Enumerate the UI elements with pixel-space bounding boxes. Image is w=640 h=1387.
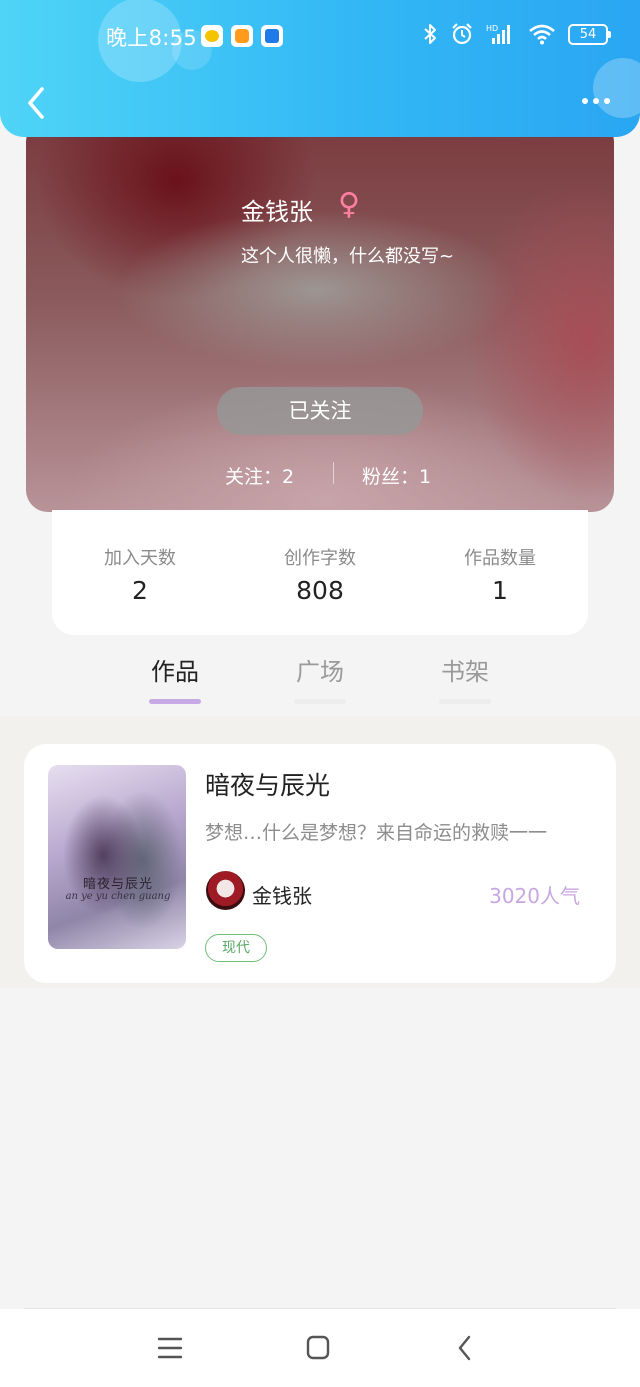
book-title[interactable]: 暗夜与辰光 (205, 766, 330, 802)
chat-app-icon (201, 25, 223, 47)
works-list: 暗夜与辰光 an ye yu chen guang 暗夜与辰光 梦想…什么是梦想… (0, 716, 640, 988)
cover-subtitle: an ye yu chen guang (65, 891, 171, 902)
book-card[interactable]: 暗夜与辰光 an ye yu chen guang 暗夜与辰光 梦想…什么是梦想… (24, 744, 616, 983)
female-gender-icon: ♀ (338, 187, 360, 222)
more-options-button[interactable] (582, 98, 610, 104)
following-count[interactable]: 关注：2 (225, 462, 294, 489)
alarm-icon (452, 23, 472, 45)
tab-bookshelf[interactable]: 书架 (415, 652, 515, 704)
svg-text:HD: HD (486, 24, 498, 33)
top-header: 晚上8:55 HD 54 (0, 0, 640, 137)
back-icon[interactable] (445, 1333, 485, 1363)
tab-label: 广场 (296, 658, 344, 686)
cover-title: 暗夜与辰光 (82, 877, 153, 892)
tab-works[interactable]: 作品 (125, 652, 225, 704)
profile-card: 金钱张 ♀ 这个人很懒，什么都没写~ 已关注 关注：2 粉丝：1 (26, 120, 614, 512)
tab-indicator (149, 699, 201, 704)
follow-button[interactable]: 已关注 (217, 387, 423, 435)
tab-indicator (294, 699, 346, 704)
follow-stats: 关注：2 粉丝：1 (26, 460, 614, 490)
fans-count[interactable]: 粉丝：1 (362, 462, 431, 489)
stat-word-count: 创作字数 808 (250, 544, 390, 605)
profile-name: 金钱张 (241, 198, 313, 226)
decorative-bubble (593, 58, 640, 118)
battery-icon: 54 (568, 23, 611, 45)
stat-value: 808 (296, 576, 344, 605)
author-name[interactable]: 金钱张 (252, 880, 312, 909)
book-cover-image[interactable]: 暗夜与辰光 an ye yu chen guang (48, 765, 186, 949)
content-tabs: 作品 广场 书架 (0, 648, 640, 714)
divider (333, 462, 334, 484)
home-icon[interactable] (298, 1333, 338, 1363)
stats-card: 加入天数 2 创作字数 808 作品数量 1 (52, 510, 588, 635)
stat-value: 1 (492, 576, 508, 605)
menu-icon[interactable] (150, 1333, 190, 1363)
stat-label: 作品数量 (464, 548, 536, 569)
system-nav-bar (0, 1309, 640, 1387)
genre-tag[interactable]: 现代 (205, 934, 267, 962)
more-dot (593, 98, 599, 104)
mobile-app-icon (261, 25, 283, 47)
stat-join-days: 加入天数 2 (70, 544, 210, 605)
stat-label: 加入天数 (104, 548, 176, 569)
more-dot (582, 98, 588, 104)
tab-label: 书架 (441, 658, 489, 686)
author-avatar[interactable] (206, 871, 245, 910)
tab-label: 作品 (151, 658, 199, 686)
status-system-icons: HD 54 (422, 22, 611, 46)
tab-square[interactable]: 广场 (270, 652, 370, 704)
profile-bio: 这个人很懒，什么都没写~ (241, 246, 455, 267)
hd-signal-icon: HD (486, 24, 510, 44)
status-time: 晚上8:55 (106, 26, 197, 50)
tab-indicator (439, 699, 491, 704)
book-popularity: 3020人气 (489, 884, 580, 908)
sms-app-icon (231, 25, 253, 47)
more-dot (604, 98, 610, 104)
book-description: 梦想…什么是梦想？来自命运的救赎一一 (205, 822, 548, 844)
status-app-icons (201, 25, 283, 47)
back-button[interactable] (22, 84, 52, 122)
bluetooth-icon (424, 24, 436, 44)
wifi-icon (529, 24, 555, 45)
stat-label: 创作字数 (284, 548, 356, 569)
stat-value: 2 (132, 576, 148, 605)
stat-works-count: 作品数量 1 (430, 544, 570, 605)
